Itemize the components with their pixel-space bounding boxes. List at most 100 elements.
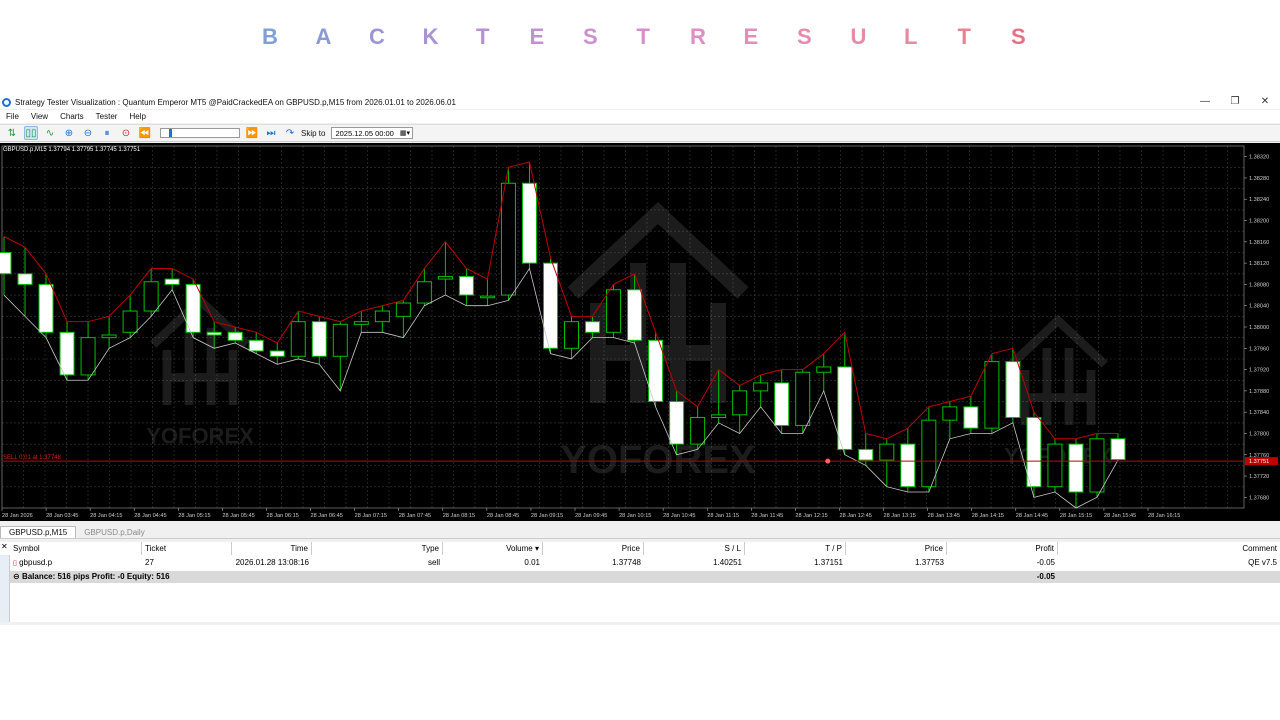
banner-letter: S [797, 24, 812, 49]
time-axis-label: 28 Jan 2026 [2, 513, 33, 519]
time-axis-label: 28 Jan 05:15 [178, 513, 210, 519]
col-price[interactable]: Price [543, 542, 644, 555]
price-axis-label: 1.37880 [1249, 389, 1269, 395]
candle-bull [795, 371, 811, 426]
line-chart-icon[interactable]: ∿ [43, 126, 57, 140]
rewind-icon[interactable]: ⏪ [138, 126, 152, 140]
price-axis-label: 1.38120 [1249, 261, 1269, 267]
candle-bull [353, 321, 369, 325]
menu-view[interactable]: View [25, 112, 54, 121]
cell-current-price: 1.37753 [915, 558, 944, 567]
cell-volume: 0.01 [524, 558, 540, 567]
candle-bull [732, 390, 748, 416]
cell-tp: 1.37151 [814, 558, 843, 567]
stop-icon[interactable]: ⊙ [119, 126, 133, 140]
candle-bear [1068, 443, 1084, 493]
time-axis-label: 28 Jan 04:15 [90, 513, 122, 519]
time-axis-label: 28 Jan 04:45 [134, 513, 166, 519]
sell-order-icon: ▯ [13, 560, 17, 567]
price-axis-label: 1.37800 [1249, 431, 1269, 437]
candle-bull [753, 382, 769, 392]
banner: BACKTESTRESULTS [0, 0, 1280, 96]
tab-gbpusd-m15[interactable]: GBPUSD.p,M15 [0, 526, 77, 538]
col-symbol[interactable]: Symbol [10, 542, 142, 555]
banner-letter: S [583, 24, 598, 49]
time-axis-label: 28 Jan 08:15 [443, 513, 475, 519]
candle-bear [59, 331, 75, 376]
banner-letter: K [422, 24, 439, 49]
time-axis-label: 28 Jan 11:15 [707, 513, 739, 519]
pause-icon[interactable]: ⏸ [100, 126, 114, 140]
price-axis-label: 1.38320 [1249, 155, 1269, 161]
restore-button[interactable]: ❐ [1220, 95, 1250, 108]
close-panel-icon[interactable]: ✕ [1, 542, 8, 551]
skip-to-label: Skip to [301, 128, 326, 138]
col-tp[interactable]: T / P [745, 542, 846, 555]
time-axis-label: 28 Jan 10:45 [663, 513, 695, 519]
col-current-price[interactable]: Price [846, 542, 947, 555]
time-axis-label: 28 Jan 15:15 [1060, 513, 1092, 519]
cell-type: sell [427, 558, 440, 567]
menu-charts[interactable]: Charts [54, 112, 90, 121]
candle-bull [80, 337, 96, 376]
table-row[interactable]: ▯ gbpusd.p 27 2026.01.28 13:08:16 sell 0… [10, 556, 1280, 569]
skip-to-date-value: 2025.12.05 00:00 [335, 128, 394, 138]
speed-slider[interactable] [160, 128, 240, 138]
balance-row[interactable]: ⊖ Balance: 516 pips Profit: -0 Equity: 5… [10, 571, 1280, 583]
col-sl[interactable]: S / L [644, 542, 745, 555]
skip-to-icon[interactable]: ↷ [283, 126, 297, 140]
zoom-out-icon[interactable]: ⊖ [81, 126, 95, 140]
watermark-text: YOFOREX [146, 424, 254, 449]
candle-bull [395, 302, 411, 317]
speed-slider-thumb[interactable] [169, 129, 172, 137]
col-volume[interactable]: Volume ▾ [443, 542, 543, 555]
col-volume-label: Volume [506, 544, 533, 553]
menu-file[interactable]: File [0, 112, 25, 121]
zoom-in-icon[interactable]: ⊕ [62, 126, 76, 140]
col-type[interactable]: Type [312, 542, 443, 555]
candlestick-icon[interactable]: ▯▯ [24, 126, 38, 140]
collapse-icon[interactable]: ⊖ [13, 572, 20, 581]
banner-letter: B [262, 24, 278, 49]
cell-time: 2026.01.28 13:08:16 [235, 558, 309, 567]
menu-help[interactable]: Help [123, 112, 151, 121]
banner-letter: E [529, 24, 545, 49]
candle-bear [774, 382, 790, 426]
candle-bull [479, 295, 495, 299]
toolbar: ⇅ ▯▯ ∿ ⊕ ⊖ ⏸ ⊙ ⏪ ⏩ ⏭ ↷ Skip to 2025.12.0… [0, 124, 1280, 142]
minimize-button[interactable]: — [1190, 95, 1220, 108]
fast-forward-icon[interactable]: ⏭ [264, 126, 278, 140]
col-profit[interactable]: Profit [947, 542, 1058, 555]
sort-down-icon: ▾ [534, 544, 539, 553]
candle-bull [332, 323, 348, 357]
banner-letter: T [957, 24, 971, 49]
bar-chart-icon[interactable]: ⇅ [5, 126, 19, 140]
time-axis-label: 28 Jan 15:45 [1104, 513, 1136, 519]
step-forward-icon[interactable]: ⏩ [245, 126, 259, 140]
toolbox-strip [0, 555, 10, 622]
position-label: SELL 0.01 at 1.37748 [3, 455, 61, 461]
calendar-icon[interactable]: ▦▾ [400, 129, 410, 137]
time-axis-label: 28 Jan 12:45 [839, 513, 871, 519]
candle-bear [0, 251, 12, 275]
banner-letter: T [476, 24, 490, 49]
col-comment[interactable]: Comment [1058, 542, 1280, 555]
tab-gbpusd-daily[interactable]: GBPUSD.p,Daily [76, 527, 152, 538]
price-axis-label: 1.37840 [1249, 410, 1269, 416]
banner-letter: A [315, 24, 332, 49]
col-time[interactable]: Time [232, 542, 312, 555]
window-title: Strategy Tester Visualization : Quantum … [15, 97, 456, 107]
watermark-stroke [1008, 314, 1108, 368]
close-button[interactable]: ✕ [1250, 95, 1280, 108]
cell-price: 1.37748 [612, 558, 641, 567]
skip-to-date-input[interactable]: 2025.12.05 00:00 ▦▾ [331, 127, 414, 139]
time-axis-label: 28 Jan 16:15 [1148, 513, 1180, 519]
candle-bear [1026, 417, 1042, 488]
candle-bull [122, 310, 138, 333]
col-ticket[interactable]: Ticket [142, 542, 232, 555]
candle-bull [984, 361, 1000, 429]
price-chart[interactable]: YOFOREXYOFOREXYOFOREXSELL 0.01 at 1.3774… [0, 143, 1280, 521]
chart-canvas[interactable]: YOFOREXYOFOREXYOFOREXSELL 0.01 at 1.3774… [0, 143, 1280, 521]
banner-letter: C [369, 24, 385, 49]
menu-tester[interactable]: Tester [90, 112, 124, 121]
